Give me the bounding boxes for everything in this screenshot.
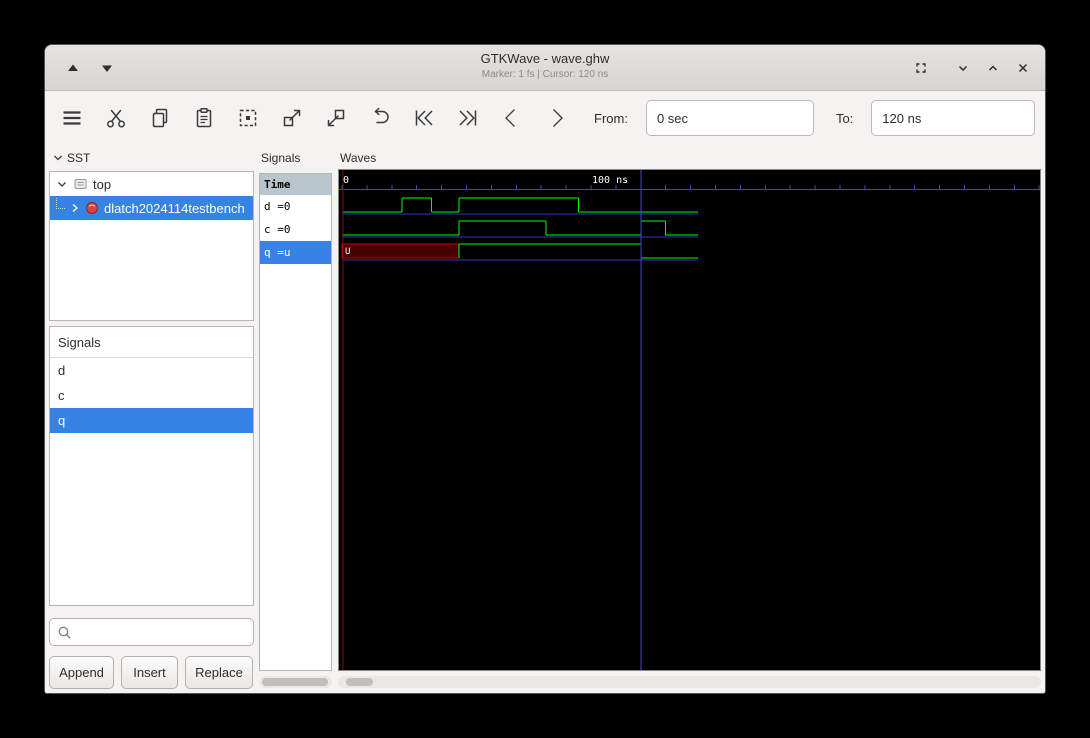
from-input[interactable] <box>645 100 814 136</box>
paste-icon <box>192 106 216 130</box>
sst-header: SST <box>53 151 90 165</box>
triangle-down-icon <box>99 60 115 76</box>
zoom-out-button[interactable] <box>276 102 308 134</box>
signals-hscrollbar-thumb[interactable] <box>262 678 328 686</box>
time-header: Time <box>260 174 331 195</box>
fetch-end-button[interactable] <box>452 102 484 134</box>
undo-icon <box>368 106 392 130</box>
tree-guide <box>56 198 65 209</box>
sst-collapse-icon[interactable] <box>53 153 63 163</box>
svg-text:U: U <box>345 247 350 257</box>
to-label: To: <box>835 110 854 126</box>
svg-text:0: 0 <box>343 175 349 186</box>
zoom-fit-button[interactable] <box>232 102 264 134</box>
shade-button[interactable] <box>949 56 977 80</box>
titlebar-titles: GTKWave - wave.ghw Marker: 1 fs | Cursor… <box>45 51 1045 80</box>
tree-node-label: dlatch2024114testbench <box>104 200 245 216</box>
from-label: From: <box>594 110 628 126</box>
restore-button[interactable] <box>907 56 935 80</box>
svg-text:100 ns: 100 ns <box>592 175 628 186</box>
sst-tree: top dlatch2024114testbench <box>49 171 254 321</box>
search-input[interactable] <box>77 624 253 640</box>
scroll-down-button[interactable] <box>93 56 121 80</box>
skip-to-start-icon <box>412 106 436 130</box>
sst-header-label: SST <box>67 151 91 165</box>
signal-list-title: Signals <box>50 327 253 358</box>
gtkwave-window: GTKWave - wave.ghw Marker: 1 fs | Cursor… <box>44 44 1046 694</box>
module-icon <box>85 201 99 215</box>
replace-button[interactable]: Replace <box>185 656 253 689</box>
wave-canvas[interactable]: 0 100 ns U <box>339 170 1040 670</box>
tree-node-label: top <box>93 176 112 192</box>
wave-signal-row-c[interactable]: c =0 <box>260 218 331 241</box>
expander-open-icon[interactable] <box>56 178 68 190</box>
zoom-in-icon <box>324 106 348 130</box>
fetch-start-button[interactable] <box>408 102 440 134</box>
zoom-in-button[interactable] <box>320 102 352 134</box>
tree-row-testbench[interactable]: dlatch2024114testbench <box>50 196 253 220</box>
tree-row-top[interactable]: top <box>50 172 253 196</box>
close-icon <box>1015 60 1031 76</box>
cut-button[interactable] <box>100 102 132 134</box>
chevron-right-icon <box>544 106 568 130</box>
cut-icon <box>104 106 128 130</box>
chevron-down-icon <box>955 60 971 76</box>
chevron-up-icon <box>985 60 1001 76</box>
shift-left-button[interactable] <box>496 102 528 134</box>
signals-column-header: Signals <box>261 151 301 165</box>
zoom-out-icon <box>280 106 304 130</box>
window-title: GTKWave - wave.ghw <box>480 51 610 66</box>
wave-hscrollbar[interactable] <box>338 676 1041 688</box>
restore-icon <box>913 60 929 76</box>
window-status: Marker: 1 fs | Cursor: 120 ns <box>481 69 609 80</box>
toolbar: From: To: <box>45 91 1045 145</box>
expander-closed-icon[interactable] <box>70 202 80 214</box>
signal-item-c[interactable]: c <box>50 383 253 408</box>
search-icon <box>57 625 72 640</box>
waves-header: Waves <box>340 151 377 165</box>
scroll-up-button[interactable] <box>59 56 87 80</box>
copy-button[interactable] <box>144 102 176 134</box>
titlebar: GTKWave - wave.ghw Marker: 1 fs | Cursor… <box>45 45 1045 91</box>
insert-button[interactable]: Insert <box>121 656 178 689</box>
paste-button[interactable] <box>188 102 220 134</box>
signal-item-d[interactable]: d <box>50 358 253 383</box>
signals-hscrollbar[interactable] <box>259 676 332 688</box>
wave-panel[interactable]: 0 100 ns U <box>338 169 1041 671</box>
signals-column: Time d =0 c =0 q =u <box>259 173 332 671</box>
wave-signal-row-q[interactable]: q =u <box>260 241 331 264</box>
triangle-up-icon <box>65 60 81 76</box>
shift-right-button[interactable] <box>540 102 572 134</box>
wave-hscrollbar-thumb[interactable] <box>346 678 373 686</box>
unshade-button[interactable] <box>979 56 1007 80</box>
wave-signal-row-d[interactable]: d =0 <box>260 195 331 218</box>
undo-button[interactable] <box>364 102 396 134</box>
pane-splitter-right[interactable] <box>333 149 337 685</box>
signal-item-q[interactable]: q <box>50 408 253 433</box>
copy-icon <box>148 106 172 130</box>
close-button[interactable] <box>1009 56 1037 80</box>
screen-background: { "window": { "title": "GTKWave - wave.g… <box>0 0 1090 738</box>
append-button[interactable]: Append <box>49 656 114 689</box>
menu-icon <box>60 106 84 130</box>
zoom-fit-icon <box>236 106 260 130</box>
chevron-left-icon <box>500 106 524 130</box>
signal-search-box <box>49 618 254 646</box>
hierarchy-icon <box>73 177 88 191</box>
to-input[interactable] <box>871 100 1036 136</box>
signal-list-panel: Signals d c q <box>49 326 254 606</box>
skip-to-end-icon <box>456 106 480 130</box>
pane-splitter-left[interactable] <box>254 149 258 685</box>
menu-button[interactable] <box>56 102 88 134</box>
